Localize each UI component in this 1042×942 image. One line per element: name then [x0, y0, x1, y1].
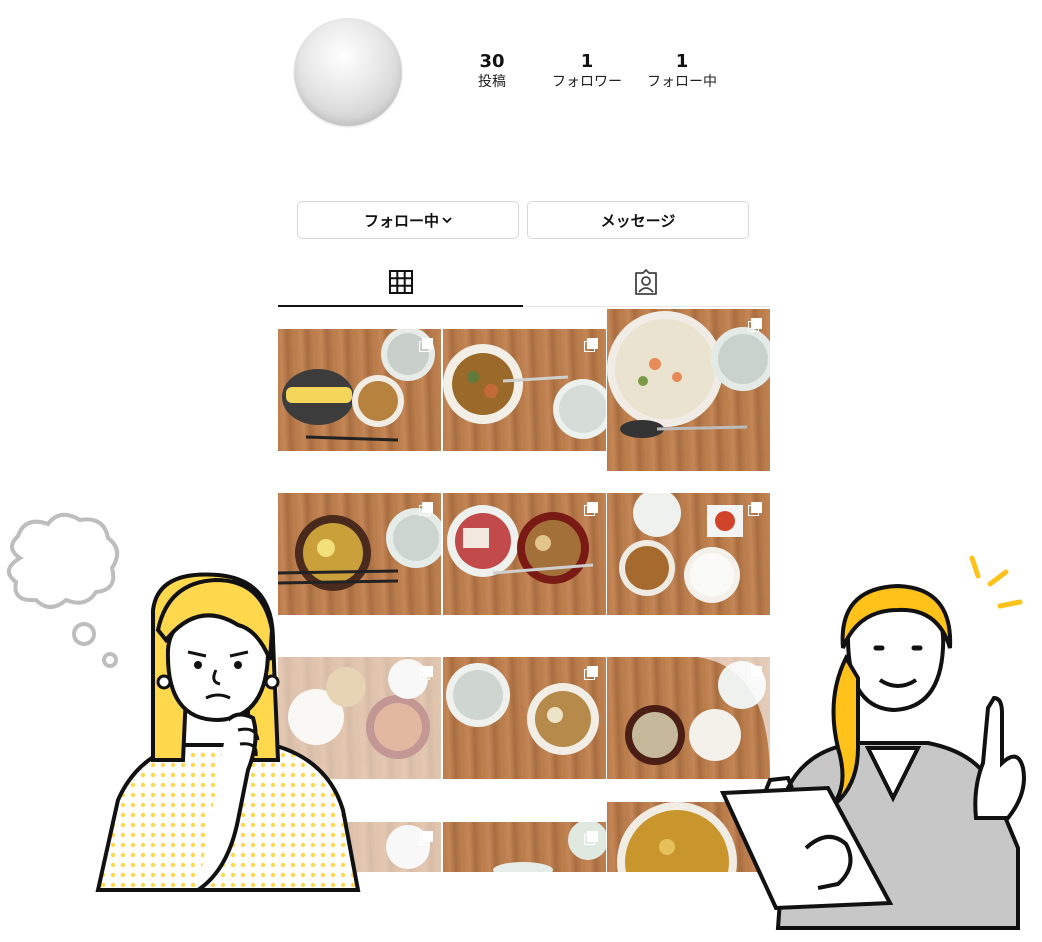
profile-avatar[interactable] — [294, 18, 402, 126]
thinking-woman-illustration — [88, 570, 368, 904]
post-thumbnail[interactable] — [443, 657, 606, 779]
multiple-photos-icon — [419, 337, 433, 352]
active-tab-indicator — [278, 305, 523, 307]
following-button-label: フォロー中 — [363, 211, 439, 230]
followers-count[interactable]: 1 フォロワー — [537, 52, 637, 92]
tab-divider — [523, 306, 770, 307]
message-button-label: メッセージ — [600, 211, 676, 230]
multiple-photos-icon — [419, 665, 433, 680]
tagged-user-icon — [632, 268, 660, 300]
posts-count-number: 30 — [479, 51, 505, 72]
following-button[interactable]: フォロー中 — [297, 201, 519, 239]
multiple-photos-icon — [419, 501, 433, 516]
post-thumbnail[interactable] — [443, 493, 606, 615]
message-button[interactable]: メッセージ — [527, 201, 749, 239]
following-count-number: 1 — [675, 51, 689, 72]
followers-count-number: 1 — [580, 51, 594, 72]
grid-icon — [388, 269, 414, 299]
multiple-photos-icon — [584, 337, 598, 352]
post-thumbnail[interactable] — [443, 822, 606, 872]
posts-count[interactable]: 30 投稿 — [442, 52, 542, 92]
multiple-photos-icon — [584, 665, 598, 680]
multiple-photos-icon — [748, 317, 762, 332]
post-thumbnail[interactable] — [278, 329, 441, 451]
tab-posts-grid[interactable] — [278, 262, 523, 306]
multiple-photos-icon — [584, 830, 598, 845]
tab-tagged[interactable] — [523, 262, 768, 306]
presenting-woman-illustration — [718, 548, 1038, 942]
chevron-down-icon — [442, 213, 452, 227]
post-thumbnail[interactable] — [443, 329, 606, 451]
multiple-photos-icon — [748, 501, 762, 516]
posts-count-label: 投稿 — [478, 74, 506, 90]
multiple-photos-icon — [584, 501, 598, 516]
followers-count-label: フォロワー — [552, 74, 622, 90]
post-thumbnail[interactable] — [607, 309, 770, 471]
following-count-label: フォロー中 — [647, 74, 717, 90]
multiple-photos-icon — [419, 830, 433, 845]
following-count[interactable]: 1 フォロー中 — [632, 52, 732, 92]
